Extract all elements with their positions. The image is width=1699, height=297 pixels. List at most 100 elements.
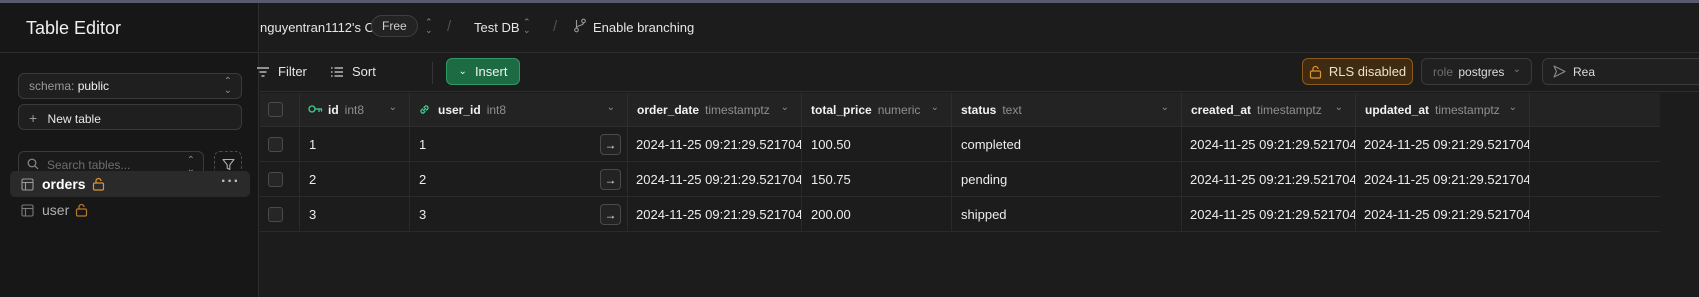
chevron-down-icon[interactable]: ⌄ bbox=[1161, 102, 1169, 113]
chevron-down-icon: ⌄ bbox=[458, 66, 467, 77]
cell-created-at[interactable]: 2024-11-25 09:21:29.521704+00 bbox=[1182, 127, 1356, 162]
column-header-user-id[interactable]: user_id int8 ⌄ bbox=[410, 93, 628, 127]
row-checkbox[interactable] bbox=[268, 137, 283, 152]
cell-user-id-value: 3 bbox=[419, 207, 427, 222]
table-icon bbox=[21, 204, 34, 220]
cell-user-id[interactable]: 3 → bbox=[410, 197, 628, 232]
cell-user-id[interactable]: 2 → bbox=[410, 162, 628, 197]
rls-disabled-button[interactable]: RLS disabled bbox=[1302, 58, 1413, 85]
role-selector[interactable]: role postgres ⌄ bbox=[1421, 58, 1532, 85]
sort-list-icon bbox=[331, 66, 343, 77]
row-select-cell bbox=[260, 162, 300, 197]
cell-id[interactable]: 2 bbox=[300, 162, 410, 197]
plus-icon: + bbox=[29, 110, 38, 126]
grid-toolbar: Filter Sort ⌄ Insert RLS disabled role p… bbox=[257, 54, 1699, 92]
column-header-order-date[interactable]: order_date timestamptz ⌄ bbox=[628, 93, 802, 127]
sort-label: Sort bbox=[352, 64, 376, 79]
column-name: created_at bbox=[1191, 103, 1252, 117]
realtime-label: Rea bbox=[1573, 65, 1596, 79]
toolbar-divider bbox=[432, 62, 433, 84]
role-value: postgres bbox=[1458, 65, 1505, 79]
schema-key-label: schema: bbox=[29, 79, 75, 93]
table-icon bbox=[21, 178, 34, 194]
chevron-down-icon[interactable]: ⌄ bbox=[1335, 102, 1343, 113]
column-type: int8 bbox=[344, 103, 365, 117]
cell-order-date[interactable]: 2024-11-25 09:21:29.521704+00 bbox=[628, 162, 802, 197]
row-checkbox[interactable] bbox=[268, 207, 283, 222]
enable-branching-button[interactable]: Enable branching bbox=[593, 20, 694, 35]
column-type: timestamptz bbox=[705, 103, 770, 117]
chevron-down-icon[interactable]: ⌄ bbox=[1509, 102, 1517, 113]
chevron-down-icon[interactable]: ⌄ bbox=[389, 102, 397, 113]
table-name: user bbox=[42, 202, 70, 218]
sidebar-table-user[interactable]: user bbox=[10, 197, 250, 223]
cell-id[interactable]: 1 bbox=[300, 127, 410, 162]
unlock-icon bbox=[92, 177, 105, 194]
foreign-key-link-icon bbox=[418, 103, 431, 119]
column-name: user_id bbox=[438, 103, 481, 117]
cell-created-at[interactable]: 2024-11-25 09:21:29.521704+00 bbox=[1182, 197, 1356, 232]
column-header-total-price[interactable]: total_price numeric ⌄ bbox=[802, 93, 952, 127]
table-row[interactable]: 1 1 → 2024-11-25 09:21:29.521704+00 100.… bbox=[260, 127, 1660, 162]
sidebar-table-orders[interactable]: orders ··· bbox=[10, 171, 250, 197]
filter-button[interactable]: Filter bbox=[256, 64, 307, 79]
org-switch-icon[interactable]: ⌃ ⌄ bbox=[425, 18, 433, 35]
arrow-right-icon[interactable]: → bbox=[600, 204, 621, 225]
search-placeholder: Search tables... bbox=[47, 158, 131, 172]
cell-created-at[interactable]: 2024-11-25 09:21:29.521704+00 bbox=[1182, 162, 1356, 197]
cell-user-id-value: 2 bbox=[419, 172, 427, 187]
funnel-icon bbox=[221, 158, 235, 171]
chevron-down-icon[interactable]: ⌄ bbox=[607, 102, 615, 113]
cell-id[interactable]: 3 bbox=[300, 197, 410, 232]
grid-header-row: id int8 ⌄ user_id int8 ⌄ order_date timesta… bbox=[260, 93, 1660, 127]
sidebar-title: Table Editor bbox=[0, 3, 259, 53]
insert-button[interactable]: ⌄ Insert bbox=[446, 58, 520, 85]
project-name[interactable]: Test DB bbox=[474, 20, 520, 35]
column-type: int8 bbox=[486, 103, 507, 117]
org-name[interactable]: nguyentran1112's Org bbox=[260, 20, 386, 35]
arrow-right-icon[interactable]: → bbox=[600, 134, 621, 155]
row-checkbox[interactable] bbox=[268, 172, 283, 187]
role-key-label: role bbox=[1433, 65, 1454, 79]
column-name: order_date bbox=[637, 103, 700, 117]
column-header-id[interactable]: id int8 ⌄ bbox=[300, 93, 410, 127]
insert-label: Insert bbox=[474, 64, 508, 79]
arrow-right-icon[interactable]: → bbox=[600, 169, 621, 190]
new-table-button[interactable]: + New table bbox=[18, 104, 242, 130]
table-row[interactable]: 3 3 → 2024-11-25 09:21:29.521704+00 200.… bbox=[260, 197, 1660, 232]
column-name: id bbox=[328, 103, 339, 117]
cell-updated-at[interactable]: 2024-11-25 09:21:29.521704+00 bbox=[1356, 197, 1530, 232]
realtime-button[interactable]: Rea bbox=[1542, 58, 1699, 85]
chevron-down-icon[interactable]: ⌄ bbox=[931, 102, 939, 113]
project-switch-icon[interactable]: ⌃ ⌄ bbox=[523, 18, 531, 35]
cell-order-date[interactable]: 2024-11-25 09:21:29.521704+00 bbox=[628, 197, 802, 232]
schema-value: public bbox=[77, 79, 110, 93]
chevron-down-icon: ⌄ bbox=[1512, 64, 1521, 75]
column-header-status[interactable]: status text ⌄ bbox=[952, 93, 1182, 127]
cell-total-price[interactable]: 200.00 bbox=[802, 197, 952, 232]
sidebar: Table Editor schema: public ⌃ ⌄ + New tab… bbox=[0, 3, 259, 297]
column-header-updated-at[interactable]: updated_at timestamptz ⌄ bbox=[1356, 93, 1530, 127]
table-row[interactable]: 2 2 → 2024-11-25 09:21:29.521704+00 150.… bbox=[260, 162, 1660, 197]
cell-total-price[interactable]: 150.75 bbox=[802, 162, 952, 197]
chevron-down-icon[interactable]: ⌄ bbox=[781, 102, 789, 113]
cell-total-price[interactable]: 100.50 bbox=[802, 127, 952, 162]
top-header: nguyentran1112's Org Free ⌃ ⌄ / Test DB ⌃… bbox=[260, 3, 1699, 53]
cell-status[interactable]: shipped bbox=[952, 197, 1182, 232]
cell-updated-at[interactable]: 2024-11-25 09:21:29.521704+00 bbox=[1356, 127, 1530, 162]
rls-label: RLS disabled bbox=[1328, 64, 1407, 79]
sort-button[interactable]: Sort bbox=[330, 64, 376, 79]
schema-selector[interactable]: schema: public ⌃ ⌄ bbox=[18, 73, 242, 99]
row-select-cell bbox=[260, 127, 300, 162]
filter-lines-icon bbox=[257, 66, 269, 77]
cell-order-date[interactable]: 2024-11-25 09:21:29.521704+00 bbox=[628, 127, 802, 162]
cell-status[interactable]: pending bbox=[952, 162, 1182, 197]
cell-updated-at[interactable]: 2024-11-25 09:21:29.521704+00 bbox=[1356, 162, 1530, 197]
data-grid: id int8 ⌄ user_id int8 ⌄ order_date timesta… bbox=[260, 93, 1699, 297]
column-header-created-at[interactable]: created_at timestamptz ⌄ bbox=[1182, 93, 1356, 127]
more-options-icon[interactable]: ··· bbox=[221, 173, 240, 191]
column-type: timestamptz bbox=[1257, 103, 1322, 117]
cell-status[interactable]: completed bbox=[952, 127, 1182, 162]
select-all-checkbox[interactable] bbox=[268, 102, 283, 117]
cell-user-id[interactable]: 1 → bbox=[410, 127, 628, 162]
